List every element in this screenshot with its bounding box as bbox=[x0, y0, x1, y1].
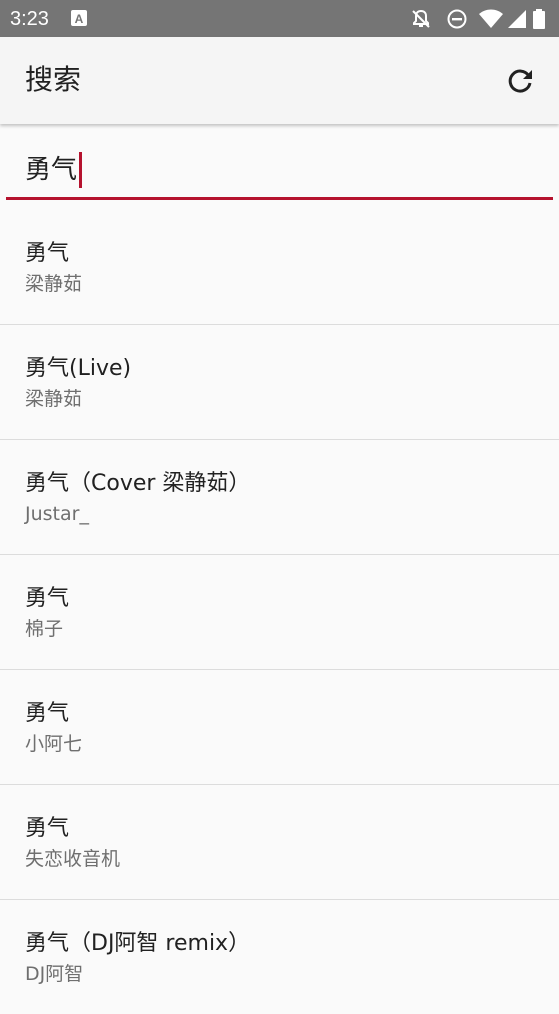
result-item[interactable]: 勇气 梁静茹 bbox=[0, 210, 559, 325]
do-not-disturb-icon bbox=[446, 8, 468, 30]
result-item[interactable]: 勇气（Cover 梁静茹） Justar_ bbox=[0, 440, 559, 555]
result-title: 勇气 bbox=[25, 586, 70, 611]
result-title: 勇气（Cover 梁静茹） bbox=[25, 471, 251, 496]
search-underline bbox=[6, 197, 553, 200]
search-input[interactable]: 勇气 bbox=[25, 152, 83, 188]
result-item[interactable]: 勇气 棉子 bbox=[0, 555, 559, 670]
result-artist: 小阿七 bbox=[25, 733, 83, 755]
notification-a-icon: A bbox=[70, 9, 88, 27]
search-results-list: 勇气 梁静茹 勇气(Live) 梁静茹 勇气（Cover 梁静茹） Justar… bbox=[0, 210, 559, 1014]
result-artist: Justar_ bbox=[25, 503, 89, 525]
result-title: 勇气 bbox=[25, 816, 70, 841]
result-title: 勇气（DJ阿智 remix） bbox=[25, 931, 251, 956]
refresh-button[interactable] bbox=[500, 61, 540, 101]
result-item[interactable]: 勇气 失恋收音机 bbox=[0, 785, 559, 900]
page-title: 搜索 bbox=[25, 63, 82, 96]
result-item[interactable]: 勇气 小阿七 bbox=[0, 670, 559, 785]
wifi-icon bbox=[478, 8, 504, 30]
result-item[interactable]: 勇气(Live) 梁静茹 bbox=[0, 325, 559, 440]
status-bar: 3:23 A bbox=[0, 0, 559, 37]
result-artist: 梁静茹 bbox=[25, 273, 83, 295]
result-item[interactable]: 勇气（DJ阿智 remix） DJ阿智 bbox=[0, 900, 559, 1014]
result-title: 勇气 bbox=[25, 241, 70, 266]
result-artist: 失恋收音机 bbox=[25, 848, 121, 870]
refresh-icon bbox=[508, 69, 532, 93]
search-input-value: 勇气 bbox=[25, 155, 78, 185]
text-caret bbox=[79, 152, 83, 188]
svg-text:A: A bbox=[75, 12, 84, 26]
result-artist: DJ阿智 bbox=[25, 963, 84, 985]
result-artist: 梁静茹 bbox=[25, 388, 83, 410]
result-title: 勇气 bbox=[25, 701, 70, 726]
result-artist: 棉子 bbox=[25, 618, 64, 640]
battery-icon bbox=[532, 8, 546, 30]
status-time: 3:23 bbox=[10, 8, 49, 30]
search-field[interactable]: 勇气 bbox=[0, 124, 559, 202]
signal-icon bbox=[506, 8, 528, 30]
alarm-off-icon bbox=[410, 8, 432, 30]
app-toolbar: 搜索 bbox=[0, 37, 559, 124]
result-title: 勇气(Live) bbox=[25, 356, 132, 381]
